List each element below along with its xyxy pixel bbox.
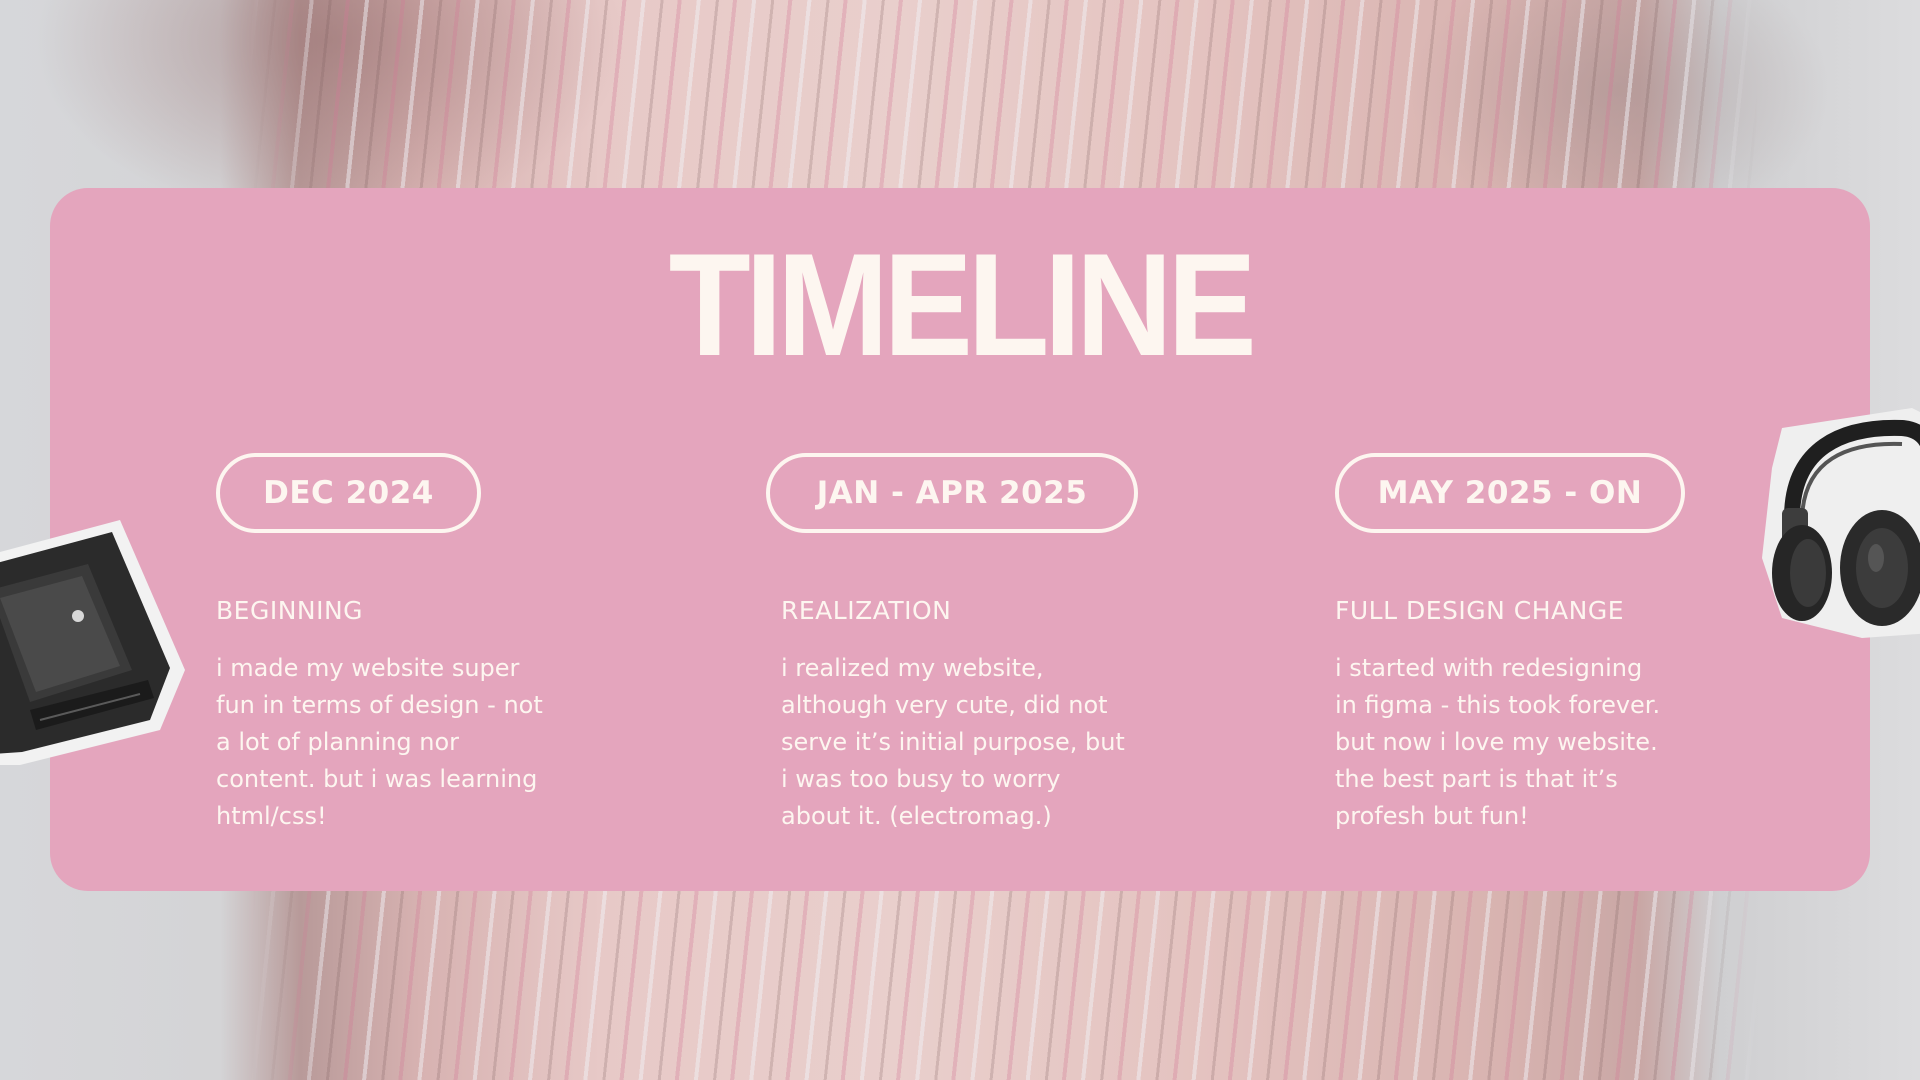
date-pill-may-2025-on[interactable]: MAY 2025 - ON (1335, 453, 1685, 533)
entry-line: i started with redesigning (1335, 654, 1643, 682)
entry-line: the best part is that it’s (1335, 765, 1618, 793)
entry-body: i made my website super fun in terms of … (216, 650, 586, 835)
entry-line: profesh but fun! (1335, 802, 1529, 830)
entry-line: fun in terms of design - not (216, 691, 543, 719)
timeline-entry-realization: REALIZATION i realized my website, altho… (781, 596, 1151, 835)
entry-line: i was too busy to worry (781, 765, 1061, 793)
headphones-icon (1762, 408, 1920, 638)
page-title: TIMELINE (668, 223, 1257, 386)
entry-line: i made my website super (216, 654, 520, 682)
entry-heading: REALIZATION (781, 596, 952, 625)
entry-line: html/css! (216, 802, 327, 830)
date-pill-dec-2024[interactable]: DEC 2024 (216, 453, 481, 533)
slide: TIMELINE DEC 2024 JAN - APR 2025 MAY 202… (0, 0, 1920, 1080)
entry-line: a lot of planning nor (216, 728, 460, 756)
timeline-entry-beginning: BEGINNING i made my website super fun in… (216, 596, 586, 835)
entry-heading: FULL DESIGN CHANGE (1335, 596, 1625, 625)
retro-tv-icon (0, 520, 185, 765)
entry-line: serve it’s initial purpose, but (781, 728, 1125, 756)
entry-line: in figma - this took forever. (1335, 691, 1661, 719)
timeline-entry-full-design-change: FULL DESIGN CHANGE i started with redesi… (1335, 596, 1705, 835)
entry-line: content. but i was learning (216, 765, 538, 793)
date-pill-jan-apr-2025[interactable]: JAN - APR 2025 (766, 453, 1138, 533)
entry-line: i realized my website, (781, 654, 1044, 682)
entry-line: about it. (electromag.) (781, 802, 1052, 830)
entry-line: although very cute, did not (781, 691, 1108, 719)
entry-body: i realized my website, although very cut… (781, 650, 1151, 835)
entry-line: but now i love my website. (1335, 728, 1658, 756)
entry-body: i started with redesigning in figma - th… (1335, 650, 1705, 835)
entry-heading: BEGINNING (216, 596, 364, 625)
